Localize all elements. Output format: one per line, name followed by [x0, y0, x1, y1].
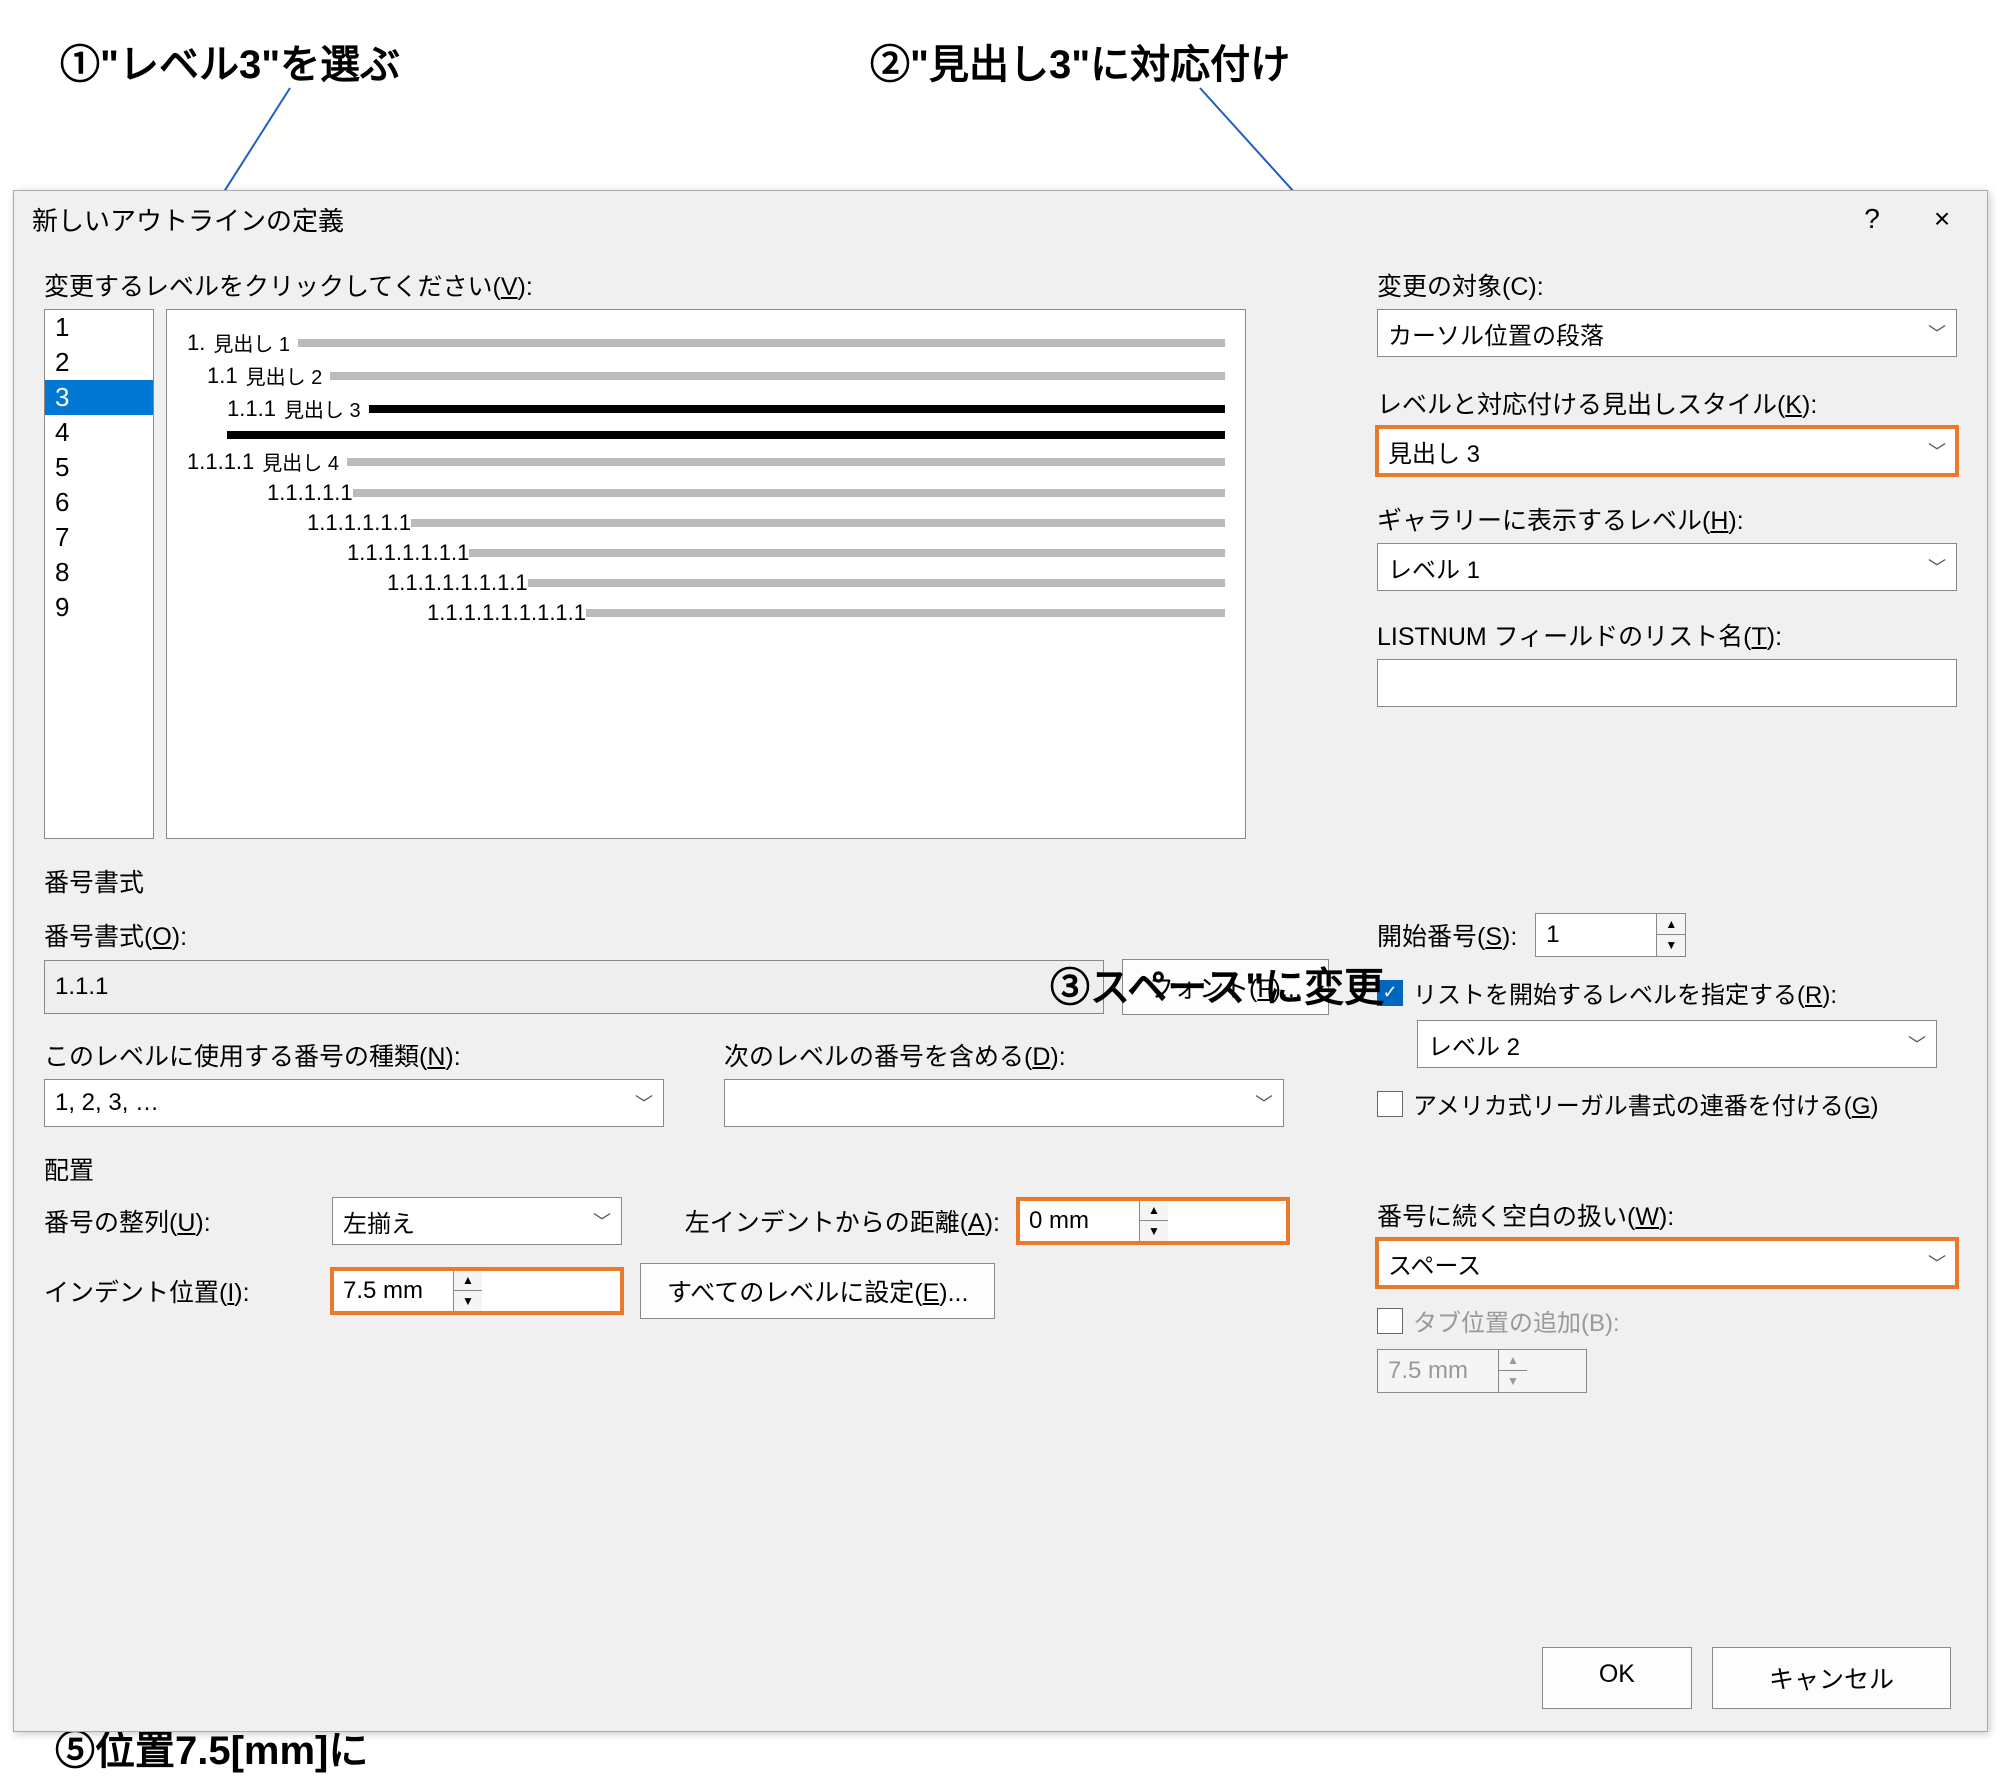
indent-pos-label: インデント位置(I): [44, 1273, 314, 1309]
preview-line: 1.1見出し 2 [207, 361, 1225, 390]
spin-down-icon[interactable]: ▼ [1657, 935, 1685, 956]
cancel-button[interactable]: キャンセル [1712, 1647, 1951, 1709]
add-tab-checkbox[interactable]: タブ位置の追加(B): [1377, 1303, 1620, 1338]
spin-down-icon[interactable]: ▼ [454, 1291, 482, 1312]
legal-checkbox[interactable]: アメリカ式リーガル書式の連番を付ける(G) [1377, 1086, 1878, 1121]
annotation-1: ①"レベル3"を選ぶ [60, 32, 400, 90]
start-at-input[interactable] [1536, 921, 1656, 949]
annotation-2: ②"見出し3"に対応付け [870, 32, 1290, 90]
close-button[interactable]: × [1907, 203, 1977, 235]
help-button[interactable]: ? [1837, 203, 1907, 235]
level-item-4[interactable]: 4 [45, 415, 153, 450]
spin-down-icon: ▼ [1499, 1371, 1527, 1392]
include-prev-select[interactable]: ﹀ [724, 1079, 1284, 1127]
preview-pane: 1.見出し 1 1.1見出し 2 1.1.1見出し 3 1.1.1.1見出し 4 1.1… [166, 309, 1246, 839]
spin-up-icon[interactable]: ▲ [1657, 914, 1685, 935]
preview-line: 1.1.1.1.1.1.1.1.1 [427, 600, 1225, 626]
preview-line: 1.1.1.1見出し 4 [187, 447, 1225, 476]
num-format-label: 番号書式(O): [44, 917, 1337, 953]
linked-style-select[interactable]: 見出し 3﹀ [1377, 427, 1957, 475]
change-target-select[interactable]: カーソル位置の段落﹀ [1377, 309, 1957, 357]
follow-select[interactable]: スペース﹀ [1377, 1239, 1957, 1287]
gallery-level-select[interactable]: レベル 1﹀ [1377, 543, 1957, 591]
listnum-input[interactable] [1377, 659, 1957, 707]
preview-line: 1.1.1見出し 3 [227, 394, 1225, 423]
num-align-select[interactable]: 左揃え﹀ [332, 1197, 622, 1245]
num-style-label: このレベルに使用する番号の種類(N): [44, 1037, 664, 1073]
footer-buttons: OK キャンセル [1542, 1647, 1951, 1709]
chevron-down-icon: ﹀ [1255, 1090, 1273, 1116]
preview-line: 1.見出し 1 [187, 328, 1225, 357]
click-level-label: 変更するレベルをクリックしてください(V): [44, 267, 1337, 303]
preview-line: 1.1.1.1.1.1 [307, 510, 1225, 536]
chevron-down-icon: ﹀ [593, 1208, 611, 1234]
position-section-label: 配置 [44, 1151, 1957, 1187]
change-target-label: 変更の対象(C): [1377, 267, 1957, 303]
annotation-3: ③スペース"に変更 [1050, 955, 1384, 1013]
include-prev-label: 次のレベルの番号を含める(D): [724, 1037, 1337, 1073]
preview-bar [227, 431, 1225, 439]
level-item-7[interactable]: 7 [45, 520, 153, 555]
spin-up-icon[interactable]: ▲ [454, 1270, 482, 1291]
preview-line: 1.1.1.1.1.1.1.1 [387, 570, 1225, 596]
checkbox-unchecked-icon [1377, 1091, 1403, 1117]
level-list[interactable]: 123456789 [44, 309, 154, 839]
chevron-down-icon: ﹀ [1908, 1031, 1926, 1057]
level-item-9[interactable]: 9 [45, 590, 153, 625]
num-align-label: 番号の整列(U): [44, 1203, 314, 1239]
level-item-8[interactable]: 8 [45, 555, 153, 590]
gallery-level-label: ギャラリーに表示するレベル(H): [1377, 501, 1957, 537]
left-indent-label: 左インデントからの距離(A): [640, 1203, 1000, 1239]
follow-label: 番号に続く空白の扱い(W): [1377, 1197, 1957, 1233]
num-format-section-label: 番号書式 [44, 863, 1957, 899]
dialog-title: 新しいアウトラインの定義 [32, 201, 1837, 238]
tab-pos-input [1378, 1357, 1498, 1385]
spin-down-icon[interactable]: ▼ [1140, 1221, 1168, 1242]
chevron-down-icon: ﹀ [1928, 438, 1946, 464]
spin-up-icon: ▲ [1499, 1350, 1527, 1371]
ok-button[interactable]: OK [1542, 1647, 1692, 1709]
start-at-spinner[interactable]: ▲▼ [1535, 913, 1686, 957]
outline-define-dialog: 新しいアウトラインの定義 ? × 変更するレベルをクリックしてください(V): … [13, 190, 1988, 1732]
set-all-levels-button[interactable]: すべてのレベルに設定(E)... [640, 1263, 995, 1319]
left-indent-input[interactable] [1019, 1207, 1139, 1235]
listnum-label: LISTNUM フィールドのリスト名(T): [1377, 617, 1957, 653]
start-at-label: 開始番号(S): [1377, 917, 1517, 953]
restart-level-select[interactable]: レベル 2﹀ [1417, 1020, 1937, 1068]
spin-up-icon[interactable]: ▲ [1140, 1200, 1168, 1221]
indent-pos-spinner[interactable]: ▲▼ [332, 1269, 622, 1313]
restart-checkbox[interactable]: ✓ リストを開始するレベルを指定する(R): [1377, 975, 1837, 1010]
titlebar: 新しいアウトラインの定義 ? × [14, 191, 1987, 247]
level-item-6[interactable]: 6 [45, 485, 153, 520]
left-indent-spinner[interactable]: ▲▼ [1018, 1199, 1288, 1243]
chevron-down-icon: ﹀ [635, 1090, 653, 1116]
chevron-down-icon: ﹀ [1928, 320, 1946, 346]
num-format-input[interactable] [44, 960, 1104, 1014]
chevron-down-icon: ﹀ [1928, 1250, 1946, 1276]
preview-line: 1.1.1.1.1.1.1 [347, 540, 1225, 566]
indent-pos-input[interactable] [333, 1277, 453, 1305]
chevron-down-icon: ﹀ [1928, 554, 1946, 580]
level-item-5[interactable]: 5 [45, 450, 153, 485]
checkbox-unchecked-icon [1377, 1308, 1403, 1334]
preview-line: 1.1.1.1.1 [267, 480, 1225, 506]
level-item-3[interactable]: 3 [45, 380, 153, 415]
level-item-1[interactable]: 1 [45, 310, 153, 345]
level-item-2[interactable]: 2 [45, 345, 153, 380]
num-style-select[interactable]: 1, 2, 3, …﹀ [44, 1079, 664, 1127]
tab-pos-spinner: ▲▼ [1377, 1349, 1587, 1393]
linked-style-label: レベルと対応付ける見出しスタイル(K): [1377, 385, 1957, 421]
